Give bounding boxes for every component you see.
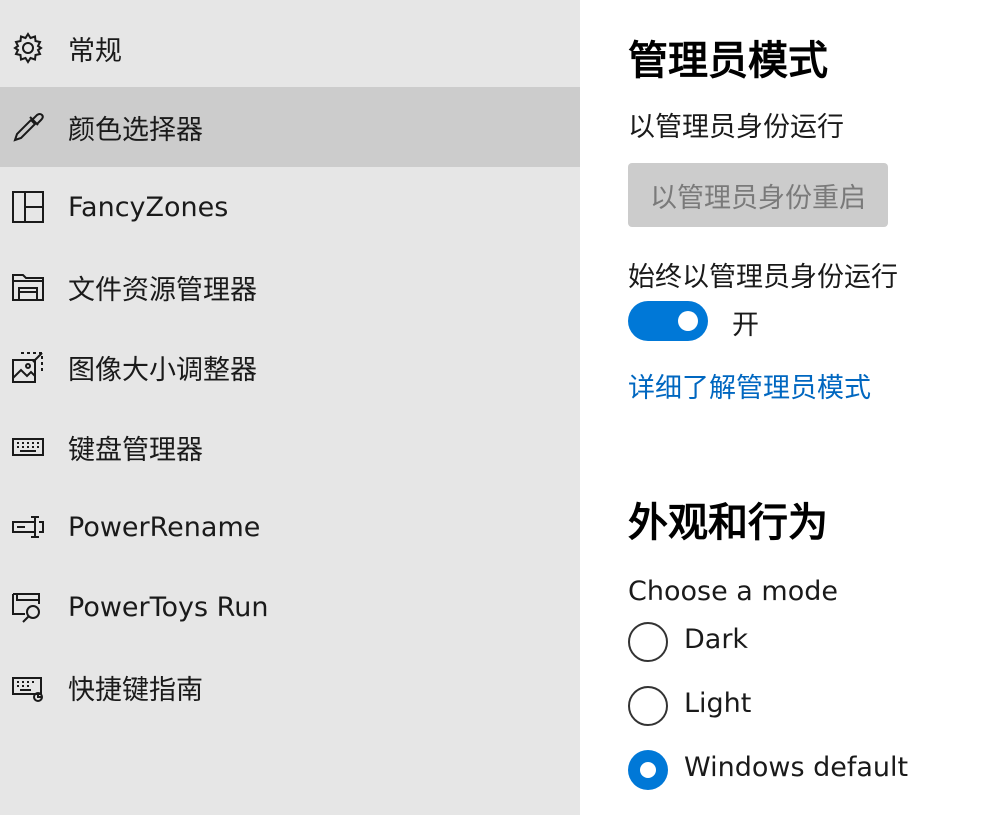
sidebar-item-label: 文件资源管理器 xyxy=(68,274,257,306)
sidebar-item-file-explorer[interactable]: 文件资源管理器 xyxy=(0,247,580,327)
sidebar-item-label: 快捷键指南 xyxy=(68,674,203,706)
powertoys-run-icon xyxy=(10,589,46,625)
shortcut-guide-icon xyxy=(10,669,46,705)
keyboard-icon xyxy=(10,429,46,465)
radio-button[interactable] xyxy=(628,686,668,726)
sidebar-item-fancyzones[interactable]: FancyZones xyxy=(0,167,580,247)
always-run-as-admin-label: 始终以管理员身份运行 xyxy=(628,262,898,293)
sidebar-item-label: PowerToys Run xyxy=(68,591,269,623)
toggle-state-label: 开 xyxy=(732,310,759,341)
run-as-admin-label: 以管理员身份运行 xyxy=(628,112,844,143)
radio-label: Light xyxy=(684,688,752,719)
file-explorer-icon xyxy=(10,269,46,305)
sidebar-item-general[interactable]: 常规 xyxy=(0,8,580,88)
always-run-as-admin-toggle[interactable] xyxy=(628,301,708,341)
restart-as-admin-button[interactable]: 以管理员身份重启 xyxy=(628,163,888,227)
radio-light[interactable]: Light xyxy=(628,686,968,726)
sidebar-item-color-picker[interactable]: 颜色选择器 xyxy=(0,87,580,167)
sidebar-item-label: 键盘管理器 xyxy=(68,434,203,466)
sidebar-item-label: 图像大小调整器 xyxy=(68,354,257,386)
sidebar-item-label: PowerRename xyxy=(68,511,261,543)
sidebar-item-powerrename[interactable]: PowerRename xyxy=(0,487,580,567)
sidebar-item-image-resizer[interactable]: 图像大小调整器 xyxy=(0,327,580,407)
radio-dark[interactable]: Dark xyxy=(628,622,968,662)
toggle-knob xyxy=(678,311,698,331)
color-picker-icon xyxy=(10,109,46,145)
radio-windows-default[interactable]: Windows default xyxy=(628,750,968,790)
sidebar-item-label: 常规 xyxy=(68,35,122,67)
sidebar: 常规 颜色选择器 FancyZones 文件资源管理器 图像大小调整器 键盘管理… xyxy=(0,0,580,815)
radio-label: Windows default xyxy=(684,752,909,783)
learn-more-admin-mode-link[interactable]: 详细了解管理员模式 xyxy=(628,366,871,405)
fancyzones-icon xyxy=(10,189,46,225)
gear-icon xyxy=(10,30,46,66)
image-resizer-icon xyxy=(10,349,46,385)
radio-button[interactable] xyxy=(628,622,668,662)
radio-button[interactable] xyxy=(628,750,668,790)
sidebar-item-shortcut-guide[interactable]: 快捷键指南 xyxy=(0,647,580,727)
radio-label: Dark xyxy=(684,624,749,655)
sidebar-item-label: 颜色选择器 xyxy=(68,114,203,146)
choose-mode-label: Choose a mode xyxy=(628,576,838,607)
radio-dot xyxy=(640,762,656,778)
powerrename-icon xyxy=(10,509,46,545)
admin-mode-heading: 管理员模式 xyxy=(628,38,828,84)
settings-panel: 管理员模式 以管理员身份运行 以管理员身份重启 始终以管理员身份运行 开 详细了… xyxy=(580,0,991,815)
sidebar-item-keyboard-manager[interactable]: 键盘管理器 xyxy=(0,407,580,487)
sidebar-item-label: FancyZones xyxy=(68,191,229,223)
sidebar-item-powertoys-run[interactable]: PowerToys Run xyxy=(0,567,580,647)
appearance-heading: 外观和行为 xyxy=(628,500,828,546)
